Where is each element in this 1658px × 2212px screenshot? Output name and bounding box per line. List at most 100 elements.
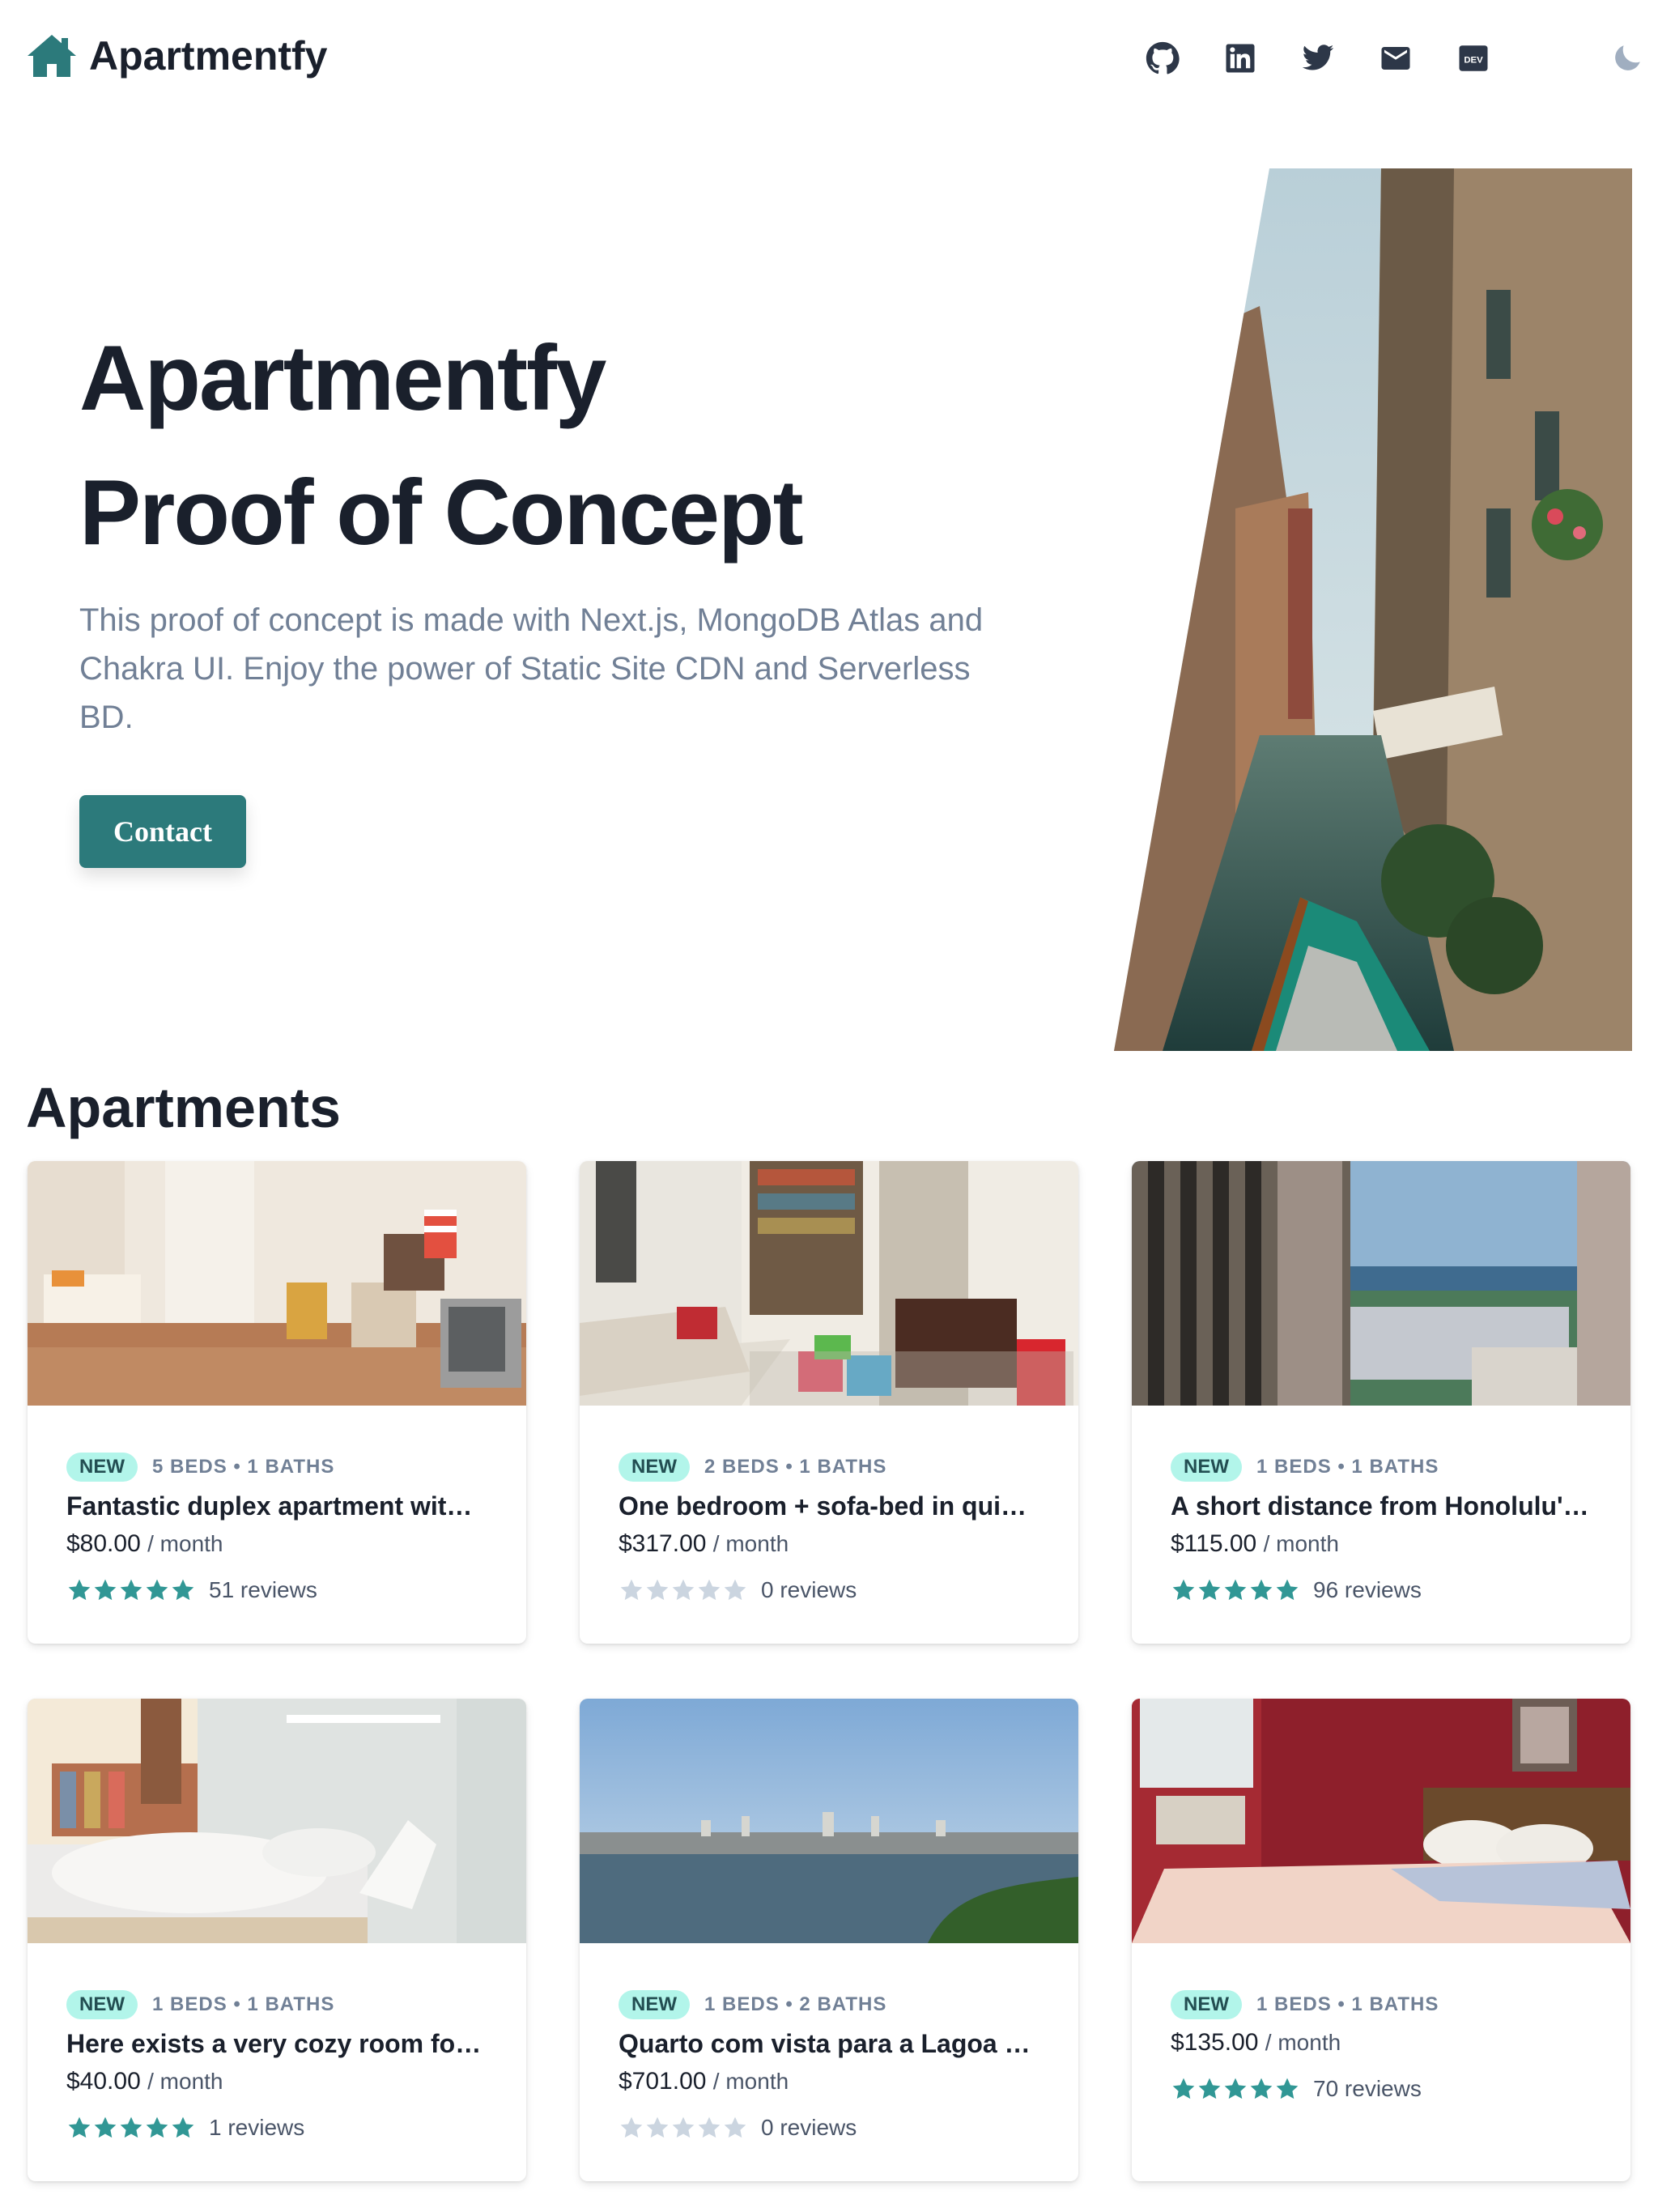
github-link[interactable] — [1140, 36, 1185, 81]
review-count: 0 reviews — [761, 2115, 857, 2140]
listing-price: $80.00 / month — [66, 1530, 223, 1558]
apartment-card[interactable]: NEW 1 BEDS • 1 BATHS A short distance fr… — [1132, 1161, 1630, 1644]
star-icon — [1172, 1579, 1195, 1601]
top-nav: Apartmentfy DEV — [0, 0, 1658, 113]
hero-title-line1: Apartmentfy — [79, 327, 606, 430]
star-icon — [724, 2116, 746, 2138]
new-badge: NEW — [619, 1990, 690, 2019]
dev-link[interactable]: DEV — [1451, 36, 1496, 81]
github-icon — [1146, 41, 1180, 74]
apartment-card[interactable]: NEW 5 BEDS • 1 BATHS Fantastic duplex ap… — [28, 1161, 526, 1644]
apartment-card[interactable]: NEW 1 BEDS • 2 BATHS Quarto com vista pa… — [580, 1699, 1078, 2181]
brand-name: Apartmentfy — [89, 33, 328, 79]
beds-baths: 1 BEDS • 1 BATHS — [152, 1993, 335, 2015]
price-amount: $40.00 — [66, 2068, 141, 2095]
listing-title[interactable]: Quarto com vista para a Lagoa … — [619, 2029, 1048, 2059]
price-period: / month — [147, 1531, 223, 1556]
star-icon — [1250, 1579, 1273, 1601]
listing-meta: NEW 1 BEDS • 1 BATHS — [1171, 1453, 1439, 1482]
star-icon — [1276, 2078, 1299, 2099]
apartment-photo — [28, 1161, 526, 1406]
star-icon — [172, 2116, 194, 2138]
home-icon — [28, 35, 76, 77]
price-period: / month — [1263, 1531, 1339, 1556]
beds-baths: 1 BEDS • 1 BATHS — [1256, 1456, 1439, 1478]
rating: 0 reviews — [619, 1577, 857, 1603]
star-icon — [672, 1579, 695, 1601]
listing-price: $135.00 / month — [1171, 2029, 1341, 2057]
beds-baths: 1 BEDS • 2 BATHS — [704, 1993, 887, 2015]
moon-icon — [1615, 45, 1640, 70]
beds-baths: 5 BEDS • 1 BATHS — [152, 1456, 335, 1478]
star-icon — [146, 2116, 168, 2138]
star-icon — [146, 1579, 168, 1601]
star-icon — [172, 1579, 194, 1601]
rating: 1 reviews — [66, 2115, 304, 2141]
listing-title[interactable]: Here exists a very cozy room fo… — [66, 2029, 495, 2059]
star-icon — [1224, 1579, 1247, 1601]
hero-title: Apartmentfy Proof of Concept — [79, 312, 804, 581]
review-count: 0 reviews — [761, 1577, 857, 1602]
star-icon — [94, 2116, 117, 2138]
star-icon — [1198, 2078, 1221, 2099]
star-icon — [646, 2116, 669, 2138]
apartment-card[interactable]: NEW 1 BEDS • 1 BATHS $135.00 / month 70 … — [1132, 1699, 1630, 2181]
mail-link[interactable] — [1373, 36, 1418, 81]
new-badge: NEW — [66, 1990, 138, 2019]
star-rating — [1171, 2076, 1300, 2102]
star-icon — [120, 1579, 142, 1601]
rating: 70 reviews — [1171, 2076, 1422, 2102]
price-period: / month — [1265, 2030, 1341, 2055]
social-links: DEV — [1140, 36, 1658, 81]
star-icon — [620, 1579, 643, 1601]
apartment-photo — [1132, 1699, 1630, 1943]
hero-description: This proof of concept is made with Next.… — [79, 602, 984, 735]
review-count: 51 reviews — [209, 1577, 317, 1602]
star-rating — [66, 1577, 196, 1603]
new-badge: NEW — [66, 1453, 138, 1482]
star-icon — [1172, 2078, 1195, 2099]
rating: 0 reviews — [619, 2115, 857, 2141]
star-icon — [68, 1579, 91, 1601]
star-icon — [68, 2116, 91, 2138]
beds-baths: 2 BEDS • 1 BATHS — [704, 1456, 887, 1478]
listing-meta: NEW 1 BEDS • 2 BATHS — [619, 1990, 886, 2019]
star-icon — [94, 1579, 117, 1601]
review-count: 1 reviews — [209, 2115, 305, 2140]
star-icon — [620, 2116, 643, 2138]
price-amount: $115.00 — [1171, 1530, 1257, 1557]
listing-price: $701.00 / month — [619, 2068, 789, 2095]
twitter-link[interactable] — [1295, 36, 1341, 81]
listing-title[interactable]: Fantastic duplex apartment wit… — [66, 1491, 495, 1521]
star-icon — [724, 1579, 746, 1601]
star-icon — [698, 1579, 721, 1601]
apartment-card[interactable]: NEW 1 BEDS • 1 BATHS Here exists a very … — [28, 1699, 526, 2181]
star-icon — [120, 2116, 142, 2138]
linkedin-link[interactable] — [1218, 36, 1263, 81]
listing-title[interactable]: A short distance from Honolulu'… — [1171, 1491, 1600, 1521]
price-amount: $701.00 — [619, 2068, 707, 2095]
price-period: / month — [712, 1531, 789, 1556]
listing-title[interactable]: One bedroom + sofa-bed in qui… — [619, 1491, 1048, 1521]
new-badge: NEW — [1171, 1990, 1242, 2019]
twitter-icon — [1302, 45, 1334, 70]
star-icon — [1198, 1579, 1221, 1601]
review-count: 70 reviews — [1313, 2076, 1422, 2101]
apartment-card[interactable]: NEW 2 BEDS • 1 BATHS One bedroom + sofa-… — [580, 1161, 1078, 1644]
hero-image — [1114, 168, 1632, 1051]
rating: 96 reviews — [1171, 1577, 1422, 1603]
price-period: / month — [712, 2069, 789, 2094]
linkedin-icon — [1226, 44, 1255, 73]
brand-link[interactable]: Apartmentfy — [26, 32, 327, 79]
listing-meta: NEW 1 BEDS • 1 BATHS — [1171, 1990, 1439, 2019]
listing-meta: NEW 2 BEDS • 1 BATHS — [619, 1453, 886, 1482]
star-icon — [1276, 1579, 1299, 1601]
star-rating — [66, 2115, 196, 2141]
star-icon — [672, 2116, 695, 2138]
listing-price: $317.00 / month — [619, 1530, 789, 1558]
contact-button[interactable]: Contact — [79, 795, 246, 868]
star-icon — [1250, 2078, 1273, 2099]
apartment-photo — [580, 1699, 1078, 1943]
listing-meta: NEW 5 BEDS • 1 BATHS — [66, 1453, 334, 1482]
theme-toggle[interactable] — [1605, 36, 1650, 81]
